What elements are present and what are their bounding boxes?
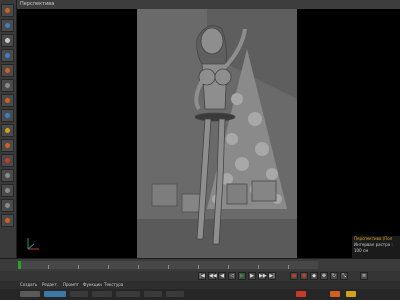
sculpt-icon[interactable] — [1, 214, 14, 227]
material-chip[interactable] — [166, 291, 184, 297]
viewport[interactable]: Перспектива Перспектива (Пол Интервал ра… — [17, 0, 400, 258]
keyframe-icon[interactable]: ◆ — [310, 272, 318, 280]
move-icon[interactable] — [1, 4, 14, 17]
scene-figure — [137, 9, 297, 258]
axis-gizmo — [27, 238, 39, 250]
material-chip[interactable] — [296, 291, 306, 297]
viewport-title: Перспектива — [20, 1, 55, 7]
material-menubar: Создать Редакт. Промпт Функции Текстура — [0, 281, 400, 289]
goto-start-icon[interactable]: |◀ — [198, 272, 206, 280]
rotate-icon[interactable] — [1, 34, 14, 47]
timeline[interactable] — [0, 258, 400, 271]
material-chip[interactable] — [330, 291, 340, 297]
play-reverse-icon[interactable]: ◁ — [228, 272, 236, 280]
transport-bar: |◀ ◀◀ ◀ ◁ ▶ ▶ ▶▶ ▶| ● ● ◆ ✥ ↻ ⤡ ≡ — [0, 271, 400, 281]
menu-functions[interactable]: Функции — [83, 281, 102, 289]
material-chip[interactable] — [20, 291, 40, 297]
paint-icon[interactable] — [1, 169, 14, 182]
goto-end-icon[interactable]: ▶| — [268, 272, 276, 280]
gear-icon[interactable] — [1, 184, 14, 197]
timeline-ruler[interactable] — [18, 261, 318, 269]
layer-icon[interactable] — [1, 199, 14, 212]
material-chip[interactable] — [70, 291, 88, 297]
cube-icon[interactable] — [1, 109, 14, 122]
next-key-icon[interactable]: ▶▶ — [258, 272, 267, 280]
move-key-icon[interactable]: ✥ — [320, 272, 328, 280]
material-strip — [0, 289, 400, 300]
scale-key-icon[interactable]: ⤡ — [340, 272, 348, 280]
prev-key-icon[interactable]: ◀◀ — [208, 272, 217, 280]
options-icon[interactable]: ≡ — [360, 272, 368, 280]
object-icon[interactable] — [1, 79, 14, 92]
select-icon[interactable] — [1, 49, 14, 62]
menu-create[interactable]: Создать — [20, 281, 37, 289]
menu-texture[interactable]: Текстура — [104, 281, 123, 289]
left-toolbar — [0, 0, 17, 258]
material-chip[interactable] — [44, 291, 66, 297]
playhead[interactable] — [18, 261, 21, 269]
next-frame-icon[interactable]: ▶ — [248, 272, 256, 280]
viewport-header: Перспектива — [17, 0, 400, 9]
render-region[interactable] — [137, 9, 297, 258]
material-chip[interactable] — [346, 291, 356, 297]
record-icon[interactable]: ● — [290, 272, 298, 280]
render-info-panel: Перспектива (Пол Интервал растра : 100 с… — [352, 236, 400, 258]
menu-edit[interactable]: Редакт. — [42, 281, 58, 289]
sphere-icon[interactable] — [1, 94, 14, 107]
material-chip[interactable] — [144, 291, 162, 297]
render-info-grid: Интервал растра : 100 см — [354, 242, 393, 253]
rotate-key-icon[interactable]: ↻ — [330, 272, 338, 280]
material-chip[interactable] — [92, 291, 112, 297]
camera-icon[interactable] — [1, 139, 14, 152]
menu-prompt[interactable]: Промпт — [63, 281, 79, 289]
prev-frame-icon[interactable]: ◀ — [218, 272, 226, 280]
material-chip[interactable] — [116, 291, 140, 297]
render-icon[interactable] — [1, 64, 14, 77]
material-icon[interactable] — [1, 154, 14, 167]
autokey-icon[interactable]: ● — [300, 272, 308, 280]
play-icon[interactable]: ▶ — [238, 272, 246, 280]
scale-icon[interactable] — [1, 19, 14, 32]
light-icon[interactable] — [1, 124, 14, 137]
